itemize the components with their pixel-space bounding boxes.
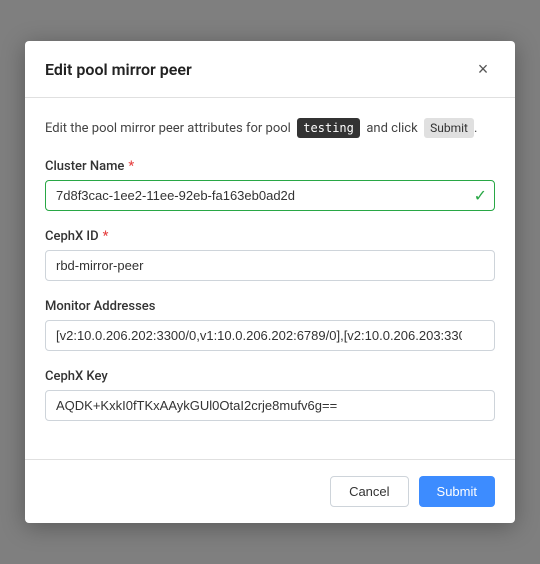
modal-footer: Cancel Submit <box>25 459 515 523</box>
close-icon: × <box>478 59 489 80</box>
description-middle: and click <box>366 121 417 136</box>
cephx-key-label: CephX Key <box>45 369 495 384</box>
modal-dialog: Edit pool mirror peer × Edit the pool mi… <box>25 41 515 523</box>
monitor-addresses-input[interactable] <box>45 320 495 351</box>
close-button[interactable]: × <box>471 57 495 81</box>
cancel-button[interactable]: Cancel <box>330 476 408 507</box>
description-suffix: . <box>474 121 477 136</box>
modal-header: Edit pool mirror peer × <box>25 41 515 98</box>
cluster-name-input-wrapper: ✓ <box>45 180 495 211</box>
cephx-key-group: CephX Key <box>45 369 495 421</box>
pool-badge: testing <box>297 118 360 138</box>
cephx-id-label: CephX ID * <box>45 229 495 244</box>
cephx-key-input[interactable] <box>45 390 495 421</box>
submit-button[interactable]: Submit <box>419 476 495 507</box>
cluster-name-label: Cluster Name * <box>45 159 495 174</box>
modal-title: Edit pool mirror peer <box>45 60 192 79</box>
cephx-id-input[interactable] <box>45 250 495 281</box>
cluster-name-group: Cluster Name * ✓ <box>45 159 495 211</box>
description: Edit the pool mirror peer attributes for… <box>45 118 495 139</box>
cephx-id-required: * <box>103 229 109 244</box>
modal-overlay: Edit pool mirror peer × Edit the pool mi… <box>0 0 540 564</box>
submit-inline-badge: Submit <box>424 118 474 138</box>
cephx-id-group: CephX ID * <box>45 229 495 281</box>
monitor-addresses-input-wrapper <box>45 320 495 351</box>
description-prefix: Edit the pool mirror peer attributes for… <box>45 121 291 136</box>
cephx-key-input-wrapper <box>45 390 495 421</box>
monitor-addresses-group: Monitor Addresses <box>45 299 495 351</box>
modal-body: Edit the pool mirror peer attributes for… <box>25 98 515 459</box>
monitor-addresses-label: Monitor Addresses <box>45 299 495 314</box>
cluster-name-required: * <box>128 159 134 174</box>
cephx-id-input-wrapper <box>45 250 495 281</box>
cluster-name-input[interactable] <box>45 180 495 211</box>
